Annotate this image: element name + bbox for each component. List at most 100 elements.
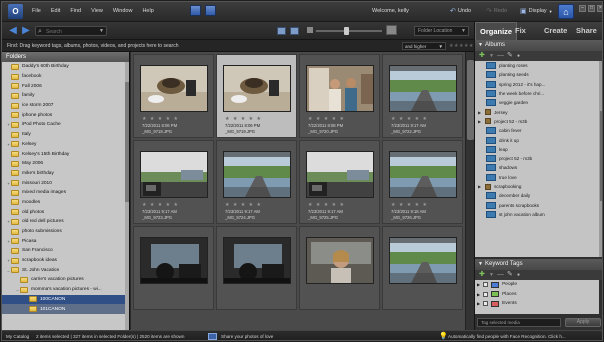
photo-image[interactable] [223,237,291,284]
folder-item[interactable]: facebook [2,72,126,82]
tag-search-input[interactable]: Tag selected media [477,318,561,327]
share-message[interactable]: Share your photos of love [221,334,273,339]
folder-item[interactable]: Daddy's 60th Birthday [2,62,126,72]
photo-thumbnail[interactable]: ★ ★ ★ ★ ★ 7/22/2011 8:06 PM _MG_9719.JPG [216,54,297,138]
tab-share[interactable]: Share [576,26,597,35]
photo-thumbnail[interactable] [133,226,214,310]
rating-stars[interactable]: ★ ★ ★ ★ ★ [225,202,262,208]
tab-create[interactable]: Create [544,26,567,35]
album-item[interactable]: leap [475,145,599,154]
keyword-tag-item[interactable]: ▶ People [475,280,599,290]
expand-triangle-icon[interactable]: ▶ [478,110,481,115]
back-arrow-icon[interactable]: ◀ [7,25,19,37]
albums-scrollbar[interactable] [599,61,602,257]
folder-item[interactable]: – St. John Vacation [2,265,126,275]
photo-thumbnail[interactable]: ★ ★ ★ ★ ★ 7/23/2011 9:17 AM _MG_9723.JPG [133,140,214,224]
details-view-icon[interactable] [277,27,286,35]
forward-arrow-icon[interactable]: ▶ [20,25,32,37]
menu-find[interactable]: Find [70,8,81,14]
sort-dropdown[interactable]: Folder Location ▼ [414,26,469,36]
info-icon[interactable]: ● [517,271,520,279]
album-item[interactable]: planting roses [475,61,599,70]
photo-thumbnail[interactable]: ★ ★ ★ ★ ★ 7/22/2011 8:06 PM _MG_9718.JPG [133,54,214,138]
folder-item[interactable]: Fall 2006 [2,81,126,91]
expand-triangle-icon[interactable]: ▶ [477,301,480,306]
albums-header[interactable]: ▼ Albums [475,40,602,51]
folder-item[interactable]: ice storm 2007 [2,101,126,111]
display-button[interactable]: ▣ Display ▼ [520,7,553,15]
expand-triangle-icon[interactable]: ▶ [478,184,481,189]
folder-item[interactable]: moodles [2,198,126,208]
photo-image[interactable] [389,151,457,198]
folder-item[interactable]: + Picasa [2,236,126,246]
view-date-icon[interactable] [205,5,216,16]
folder-item[interactable]: May 2006 [2,159,126,169]
folder-item[interactable]: carrie's vacation pictures [2,275,126,285]
keyword-tag-item[interactable]: ▶ Events [475,299,599,309]
rating-filter-dropdown[interactable]: and higher ▼ [402,42,446,50]
photo-thumbnail[interactable] [382,226,463,310]
photo-thumbnail[interactable] [299,226,380,310]
close-button[interactable]: × [597,5,602,12]
grid-scrollbar[interactable] [465,52,474,330]
find-bar[interactable]: Find: Drag keyword tags, albums, photos,… [2,40,474,52]
rating-stars[interactable]: ★ ★ ★ ★ ★ [225,116,262,122]
menu-edit[interactable]: Edit [51,8,60,14]
album-item[interactable]: drink it up [475,135,599,144]
expand-triangle-icon[interactable]: ▶ [477,282,480,287]
chevron-down-icon[interactable]: ▼ [489,52,494,60]
small-thumb-icon[interactable] [307,27,313,33]
folder-item[interactable]: Italy [2,130,126,140]
rating-stars[interactable]: ★★★★★ [449,43,474,49]
rating-stars[interactable]: ★ ★ ★ ★ ★ [391,202,428,208]
folder-item[interactable]: 101CANON [2,304,126,314]
photo-thumbnail[interactable]: ★ ★ ★ ★ ★ 7/23/2011 9:18 AM _MG_9726.JPG [382,140,463,224]
album-category[interactable]: ▶ scrapbooking [475,182,599,191]
keyword-checkbox[interactable] [483,282,489,288]
photo-image[interactable] [223,65,291,112]
menu-window[interactable]: Window [113,8,133,14]
tab-organize[interactable]: Organize [475,22,518,40]
menu-view[interactable]: View [91,8,103,14]
photo-image[interactable] [140,65,208,112]
large-thumb-icon[interactable] [386,25,397,35]
redo-button[interactable]: ↷ Redo [486,7,507,15]
rating-stars[interactable]: ★ ★ ★ ★ ★ [142,202,179,208]
delete-icon[interactable]: — [497,271,504,279]
keyword-tag-item[interactable]: ▶ Places [475,290,599,300]
album-category[interactable]: ▶ Jersey [475,107,599,116]
folder-item[interactable]: old photos [2,207,126,217]
info-icon[interactable]: ● [517,52,520,60]
tab-fix[interactable]: Fix [515,26,526,35]
folder-item[interactable]: + scrapbook ideas [2,256,126,266]
slider-knob[interactable] [344,27,349,35]
photo-image[interactable] [306,237,374,284]
keyword-checkbox[interactable] [483,291,489,297]
search-input[interactable] [46,28,96,35]
photo-thumbnail[interactable] [216,226,297,310]
rating-stars[interactable]: ★ ★ ★ ★ ★ [308,202,345,208]
expand-triangle-icon[interactable]: ▶ [478,119,481,124]
keyword-checkbox[interactable] [483,301,489,307]
photo-thumbnail[interactable]: ★ ★ ★ ★ ★ 7/23/2011 9:17 AM _MG_9724.JPG [216,140,297,224]
delete-icon[interactable]: — [497,52,504,60]
folder-item[interactable]: mixed media images [2,188,126,198]
photo-image[interactable] [306,151,374,198]
folder-item[interactable]: iphone photos [2,110,126,120]
rating-stars[interactable]: ★ ★ ★ ★ ★ [142,116,179,122]
keyword-tags-header[interactable]: ▼ Keyword Tags [475,259,602,270]
folders-scrollbar[interactable] [125,62,129,330]
album-item[interactable]: cabin fever [475,126,599,135]
share-icon[interactable] [208,333,217,340]
photo-image[interactable] [389,237,457,284]
album-item[interactable]: st john vacation album [475,210,599,219]
chevron-down-icon[interactable]: ▼ [489,271,494,279]
folder-item[interactable]: + old red dell pictures [2,217,126,227]
undo-button[interactable]: ↶ Undo [450,7,471,15]
thumbnail-size-slider[interactable] [316,27,382,35]
photo-thumbnail[interactable]: ★ ★ ★ ★ ★ 7/22/2011 8:08 PM _MG_9720.JPG [299,54,380,138]
folder-item[interactable]: + iPod Photo Cache [2,120,126,130]
apply-button[interactable]: Apply [565,318,601,327]
menu-file[interactable]: File [32,8,41,14]
chevron-down-icon[interactable]: ▼ [99,28,104,34]
